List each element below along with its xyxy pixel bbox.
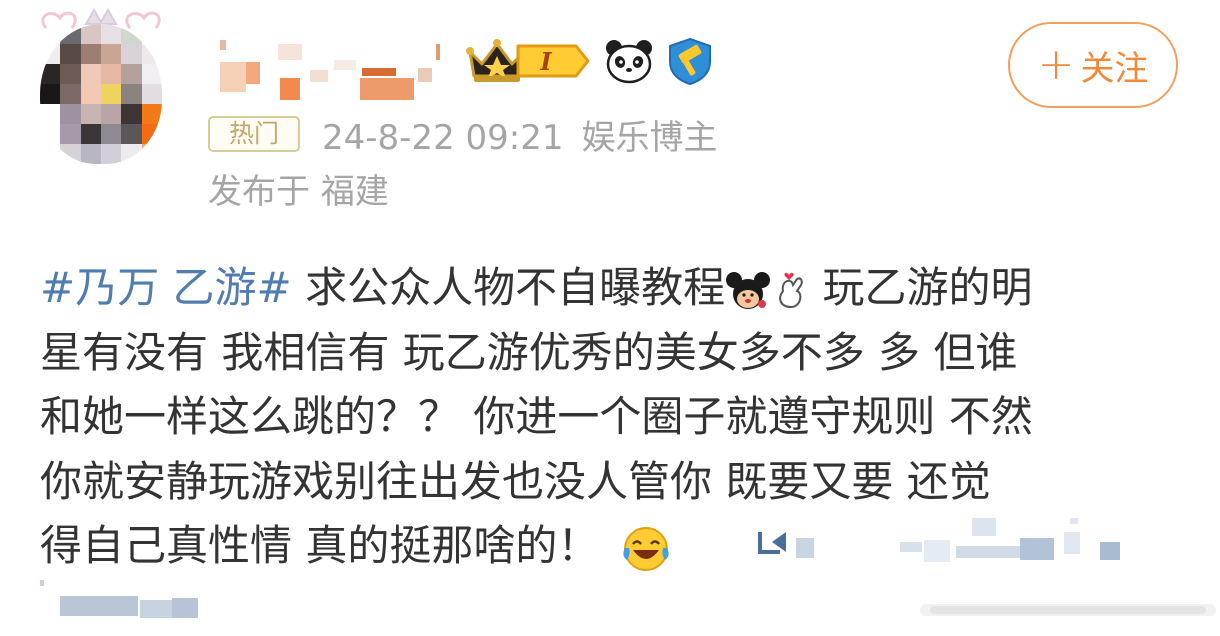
hashtag-link[interactable]: #乃万 乙游# <box>40 263 292 312</box>
post-line-1: #乃万 乙游# 求公众人物不自曝教程 玩乙游的明 <box>40 256 1190 321</box>
hot-tag-badge: 热门 <box>208 116 300 152</box>
level-letter: I <box>539 47 552 76</box>
panda-icon <box>606 40 652 84</box>
hammer-verified-icon <box>669 37 711 86</box>
blurred-dots-decoration <box>920 604 1216 616</box>
author-role: 娱乐博主 <box>581 118 718 158</box>
finger-heart-emoji-icon <box>779 272 803 308</box>
post-location: 发布于 福建 <box>208 172 389 212</box>
post-timestamp[interactable]: 24-8-22 09:21 <box>322 118 564 158</box>
post-line-4: 你就安静玩游戏别往出发也没人管你 既要又要 还觉 <box>40 456 991 506</box>
avatar-container[interactable] <box>26 6 176 164</box>
post-line-2: 星有没有 我相信有 玩乙游优秀的美女多不多 多 但谁 <box>40 327 1018 377</box>
username-pixelated[interactable] <box>214 34 454 100</box>
mickey-emoji-icon <box>726 271 771 309</box>
laugh-cry-emoji-icon <box>623 526 669 571</box>
blurred-link[interactable] <box>752 518 1172 568</box>
level-badge-icon: I <box>516 44 590 78</box>
post-meta: 24-8-22 09:21 娱乐博主 <box>322 110 718 159</box>
post-line-5-text: 得自己真性情 真的挺那啥的！ <box>40 521 600 570</box>
post-line-1-tail: 玩乙游的明 <box>809 263 1033 312</box>
plus-icon: + <box>1037 39 1075 90</box>
follow-button[interactable]: + 关注 <box>1008 22 1178 108</box>
post-line-1-text: 求公众人物不自曝教程 <box>291 263 726 312</box>
blurred-footer-text <box>40 580 210 628</box>
avatar[interactable] <box>40 24 162 164</box>
post-line-3: 和她一样这么跳的？？ 你进一个圈子就遵守规则 不然 <box>40 392 1033 441</box>
follow-label: 关注 <box>1080 48 1149 89</box>
link-icon <box>758 532 786 554</box>
